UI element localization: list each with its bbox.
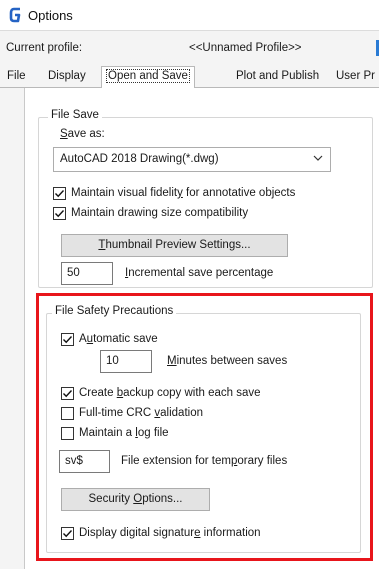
log-label-post: og file bbox=[137, 427, 169, 439]
incremental-label-rest: ncremental save percentage bbox=[128, 267, 274, 279]
automatic-save-label: Automatic save bbox=[79, 333, 158, 345]
tab-plot-and-publish[interactable]: Plot and Publish bbox=[236, 70, 319, 88]
security-button-key: O bbox=[133, 493, 143, 505]
save-as-label-key: S bbox=[60, 128, 68, 140]
visual-fidelity-checkbox[interactable]: Maintain visual fidelity for annotative … bbox=[53, 186, 363, 202]
drawing-size-checkbox[interactable]: Maintain drawing size compatibility bbox=[53, 206, 363, 222]
save-as-dropdown[interactable]: AutoCAD 2018 Drawing(*.dwg) bbox=[53, 147, 331, 172]
backup-copy-label: Create backup copy with each save bbox=[79, 387, 261, 399]
minutes-label-key: M bbox=[167, 355, 177, 367]
checkmark-icon bbox=[63, 336, 73, 344]
extension-label-post: orary files bbox=[237, 455, 288, 467]
tab-user-preferences[interactable]: User Pr bbox=[336, 70, 375, 88]
log-file-label: Maintain a log file bbox=[79, 427, 169, 439]
crc-validation-box[interactable] bbox=[61, 407, 74, 420]
file-save-title: File Save bbox=[48, 109, 102, 121]
window-title: Options bbox=[28, 8, 73, 23]
backup-copy-box[interactable] bbox=[61, 387, 74, 400]
visual-fidelity-box[interactable] bbox=[53, 187, 66, 200]
drawing-size-label-pre: Maintain drawin bbox=[71, 207, 152, 219]
tab-open-and-save-label: Open and Save bbox=[106, 69, 190, 83]
tab-strip: File Display Open and Save Plot and Publ… bbox=[0, 66, 379, 89]
automatic-save-label-post: tomatic save bbox=[93, 333, 158, 345]
automatic-save-label-pre: A bbox=[79, 333, 87, 345]
minutes-between-saves-input[interactable]: 10 bbox=[100, 350, 152, 373]
file-safety-title: File Safety Precautions bbox=[52, 305, 177, 317]
thumbnail-button-rest: humbnail Preview Settings... bbox=[105, 239, 251, 251]
log-file-box[interactable] bbox=[61, 427, 74, 440]
incremental-save-label: Incremental save percentage bbox=[125, 267, 273, 279]
digital-signature-checkbox[interactable]: Display digital signature information bbox=[61, 526, 341, 542]
minutes-label-rest: inutes between saves bbox=[176, 355, 288, 367]
security-button-pre: Security bbox=[88, 493, 134, 505]
backup-label-pre: Create bbox=[79, 387, 117, 399]
tab-display[interactable]: Display bbox=[48, 70, 86, 88]
visual-fidelity-label-pre: Maintain visual fidelit bbox=[71, 187, 178, 199]
crc-validation-label: Full-time CRC validation bbox=[79, 407, 203, 419]
visual-fidelity-label-post: for annotative objects bbox=[182, 187, 296, 199]
drawing-size-label: Maintain drawing size compatibility bbox=[71, 207, 248, 219]
log-file-checkbox[interactable]: Maintain a log file bbox=[61, 426, 261, 442]
minutes-between-saves-label: Minutes between saves bbox=[167, 355, 287, 367]
chevron-down-icon bbox=[313, 155, 323, 161]
save-as-label: Save as: bbox=[60, 128, 105, 140]
temp-file-extension-label: File extension for temporary files bbox=[121, 455, 287, 467]
checkmark-icon bbox=[63, 390, 73, 398]
save-as-label-rest: ave as: bbox=[67, 128, 105, 140]
crc-validation-checkbox[interactable]: Full-time CRC validation bbox=[61, 406, 311, 422]
backup-copy-checkbox[interactable]: Create backup copy with each save bbox=[61, 386, 351, 402]
thumbnail-preview-settings-button[interactable]: Thumbnail Preview Settings... bbox=[61, 234, 288, 257]
backup-label-post: ackup copy with each save bbox=[123, 387, 261, 399]
app-logo-icon bbox=[9, 7, 21, 23]
tab-open-and-save[interactable]: Open and Save bbox=[101, 66, 195, 89]
current-profile-label: Current profile: bbox=[6, 42, 83, 54]
temp-file-extension-input[interactable]: sv$ bbox=[59, 450, 110, 473]
crc-label-pre: Full-time CRC bbox=[79, 407, 155, 419]
drawing-size-box[interactable] bbox=[53, 207, 66, 220]
save-as-value: AutoCAD 2018 Drawing(*.dwg) bbox=[60, 153, 219, 165]
digital-signature-box[interactable] bbox=[61, 527, 74, 540]
checkmark-icon bbox=[55, 190, 65, 198]
security-button-post: ptions... bbox=[142, 493, 183, 505]
checkmark-icon bbox=[63, 530, 73, 538]
checkmark-icon bbox=[55, 210, 65, 218]
profile-row: Current profile: <<Unnamed Profile>> bbox=[6, 40, 379, 56]
title-bar: Options bbox=[0, 0, 379, 31]
drawing-size-label-post: size compatibility bbox=[157, 207, 249, 219]
visual-fidelity-label: Maintain visual fidelity for annotative … bbox=[71, 187, 295, 199]
log-label-pre: Maintain a bbox=[79, 427, 136, 439]
automatic-save-box[interactable] bbox=[61, 333, 74, 346]
security-options-button[interactable]: Security Options... bbox=[61, 488, 210, 511]
signature-label-pre: Display digital signatur bbox=[79, 527, 195, 539]
tab-file[interactable]: File bbox=[7, 70, 26, 88]
automatic-save-checkbox[interactable]: Automatic save bbox=[61, 332, 261, 348]
crc-label-post: alidation bbox=[160, 407, 203, 419]
signature-label-post: information bbox=[200, 527, 261, 539]
current-profile-value: <<Unnamed Profile>> bbox=[189, 42, 302, 54]
extension-label-pre: File extension for tem bbox=[121, 455, 231, 467]
digital-signature-label: Display digital signature information bbox=[79, 527, 261, 539]
incremental-save-input[interactable]: 50 bbox=[61, 262, 113, 285]
